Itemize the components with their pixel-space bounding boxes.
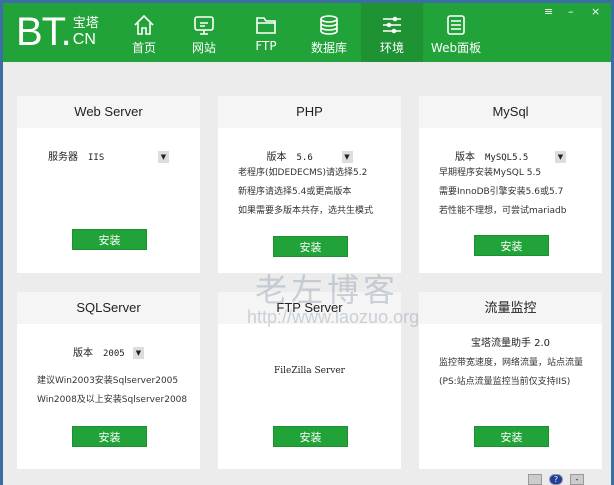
nav-web-panel[interactable]: Web面板 xyxy=(424,3,488,62)
tray-icon[interactable] xyxy=(528,474,542,485)
chevron-down-icon[interactable]: ▼ xyxy=(341,151,353,163)
card-title: SQLServer xyxy=(17,292,200,324)
monitor-icon xyxy=(194,16,214,35)
card-php: PHP 版本 5.6 ▼ 老程序(如DEDECMS)请选择5.2 新程序请选择5.4或… xyxy=(218,96,401,273)
install-button[interactable]: 安装 xyxy=(273,426,348,447)
close-button[interactable]: × xyxy=(591,5,600,18)
chevron-down-icon[interactable]: ▼ xyxy=(158,151,169,163)
logo: BT. 宝塔 CN xyxy=(16,10,99,54)
desc-line: 如果需要多版本共存，选共生模式 xyxy=(238,206,374,216)
home-icon xyxy=(134,14,154,35)
database-icon xyxy=(320,15,338,35)
description: 早期程序安装MySQL 5.5 需要InnoDB引擎安装5.6或5.7 若性能不理想… xyxy=(439,164,594,221)
desc-line: Win2008及以上安装Sqlserver2008 xyxy=(37,395,188,405)
select-value: 2005 xyxy=(103,349,125,359)
version-select[interactable]: 版本 2005 ▼ xyxy=(17,344,200,359)
desc-line: 需要InnoDB引擎安装5.6或5.7 xyxy=(439,187,564,197)
card-sqlserver: SQLServer 版本 2005 ▼ 建议Win2003安装Sqlserver20… xyxy=(17,292,200,469)
nav-ftp[interactable]: FTP xyxy=(235,3,297,62)
desc-line: 早期程序安装MySQL 5.5 xyxy=(439,168,542,178)
sliders-icon xyxy=(383,16,401,34)
select-label: 服务器 xyxy=(48,152,78,163)
select-value: 5.6 xyxy=(296,153,313,163)
select-label: 版本 xyxy=(73,348,93,359)
nav-label: 首页 xyxy=(131,41,156,55)
card-title: Web Server xyxy=(17,96,200,128)
ftp-software-name: FileZilla Server xyxy=(274,366,345,376)
help-icon[interactable]: ? xyxy=(549,474,563,485)
description: 老程序(如DEDECMS)请选择5.2 新程序请选择5.4或更高版本如果需要多版本… xyxy=(238,164,393,221)
app-window: BT. 宝塔 CN 首页 网站 FTP 数据库 环境 Web面板 ≡ – × We… xyxy=(3,3,611,485)
desc-line: 若性能不理想，可尝试mariadb xyxy=(439,206,567,216)
card-title: 流量监控 xyxy=(419,292,602,324)
chevron-down-icon[interactable]: ▼ xyxy=(133,347,144,359)
select-value: MySQL5.5 xyxy=(485,153,529,163)
list-icon xyxy=(447,15,465,35)
select-label: 版本 xyxy=(455,152,475,163)
install-button[interactable]: 安装 xyxy=(474,235,549,256)
desc-line: 新程序请选择5.4或更高版本 xyxy=(238,187,352,197)
card-ftp-server: FTP Server FileZilla Server 安装 xyxy=(218,292,401,469)
card-mysql: MySql 版本 MySQL5.5 ▼ 早期程序安装MySQL 5.5 需要InnoD… xyxy=(419,96,602,273)
card-title: MySql xyxy=(419,96,602,128)
chevron-down-icon[interactable]: ▼ xyxy=(555,151,566,163)
nav-label: 数据库 xyxy=(310,41,347,55)
server-select[interactable]: 服务器 IIS ▼ xyxy=(17,148,200,163)
desc-line: 老程序(如DEDECMS)请选择5.2 xyxy=(238,168,368,178)
traffic-subtitle: 宝塔流量助手 2.0 xyxy=(470,338,551,349)
version-select[interactable]: 版本 MySQL5.5 ▼ xyxy=(419,148,602,163)
minimize-button[interactable]: – xyxy=(568,5,574,18)
logo-cn-top: 宝塔 xyxy=(72,16,99,31)
card-title: FTP Server xyxy=(218,292,401,324)
install-button[interactable]: 安装 xyxy=(72,229,147,250)
nav-label: 网站 xyxy=(191,41,216,55)
logo-cn-bottom: CN xyxy=(72,31,96,48)
install-button[interactable]: 安装 xyxy=(474,426,549,447)
card-title: PHP xyxy=(218,96,401,128)
folder-icon xyxy=(256,17,276,34)
nav-label: 环境 xyxy=(379,41,404,55)
version-select[interactable]: 版本 5.6 ▼ xyxy=(218,148,401,163)
nav-label: FTP xyxy=(255,39,277,53)
desc-line: 建议Win2003安装Sqlserver2005 xyxy=(37,376,179,386)
select-label: 版本 xyxy=(266,152,287,163)
install-button[interactable]: 安装 xyxy=(273,236,348,257)
card-traffic-monitor: 流量监控 宝塔流量助手 2.0 监控带宽速度，网络流量，站点流量(PS:站点流量… xyxy=(419,292,602,469)
nav-label: Web面板 xyxy=(430,41,482,55)
description: 建议Win2003安装Sqlserver2005 Win2008及以上安装Sqls… xyxy=(37,372,192,410)
install-button[interactable]: 安装 xyxy=(72,426,147,447)
nav-database[interactable]: 数据库 xyxy=(298,3,360,62)
nav-home[interactable]: 首页 xyxy=(113,3,175,62)
header: BT. 宝塔 CN 首页 网站 FTP 数据库 环境 Web面板 ≡ – × xyxy=(3,3,611,62)
collapse-icon[interactable]: - xyxy=(570,474,584,485)
logo-text: BT. xyxy=(16,10,72,54)
card-web-server: Web Server 服务器 IIS ▼ 安装 xyxy=(17,96,200,273)
select-value: IIS xyxy=(88,153,105,163)
description: 监控带宽速度，网络流量，站点流量(PS:站点流量监控当前仅支持IIS) xyxy=(439,358,584,387)
nav-environment[interactable]: 环境 xyxy=(361,3,423,62)
nav-sites[interactable]: 网站 xyxy=(173,3,235,62)
menu-button[interactable]: ≡ xyxy=(544,5,553,18)
